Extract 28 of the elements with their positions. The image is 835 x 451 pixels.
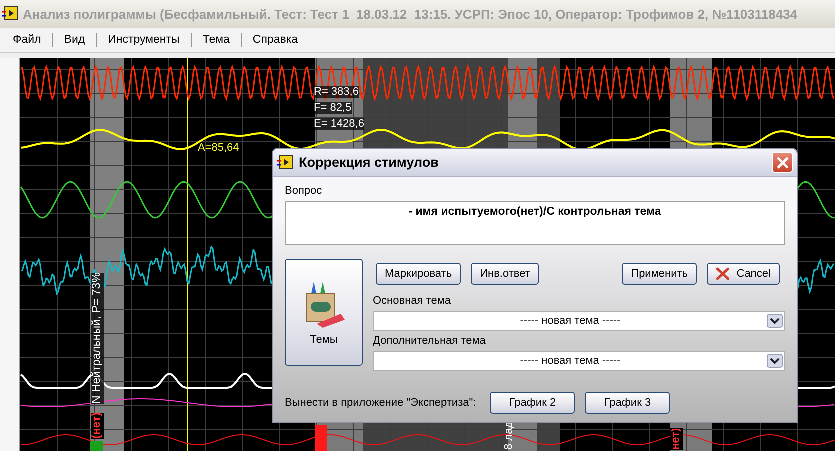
action-button[interactable]: Маркировать (376, 263, 462, 285)
cancel-button[interactable]: Cancel (707, 263, 780, 285)
field-label: Вопрос (285, 185, 322, 198)
amplitude-label: A=85,64 (198, 142, 240, 154)
action-button[interactable]: Инв.ответ (471, 263, 540, 285)
field-label: Основная тема (373, 295, 452, 308)
field-label: Дополнительная тема (373, 335, 486, 348)
question-field[interactable]: - имя испытуемого(нет)/С контрольная тема (285, 201, 785, 245)
menu-item[interactable]: Тема (192, 34, 241, 46)
theme-dropdown[interactable]: ----- новая тема ----- (373, 311, 785, 331)
chart-export-button[interactable]: График 2 (490, 392, 576, 414)
readout-text: E= 1428,6 (314, 118, 364, 130)
menu-item[interactable]: Справка (242, 34, 310, 46)
themes-button[interactable]: Темы (285, 259, 363, 366)
menu-item[interactable]: Инструменты (97, 34, 191, 46)
theme-dropdown[interactable]: ----- новая тема ----- (373, 351, 785, 371)
menu-item[interactable]: Вид (53, 34, 96, 46)
chart-export-button[interactable]: График 3 (585, 392, 670, 414)
window-title: Анализ полиграммы (Бесфамильный. Тест: Тест 1 18.03.12 13:15. УСРП: Эпос 10, Оператор: Трофимов 2, №1103118434 (23, 6, 798, 22)
segment-label: нет) (670, 428, 683, 450)
menu-item[interactable]: Файл (2, 34, 52, 46)
dialog-title: Коррекция стимулов (299, 155, 440, 170)
export-label: Вынести в приложение "Экспертиза": (285, 397, 476, 409)
readout-text: F= 82,5 (314, 102, 352, 114)
answer-label: (нет) (91, 412, 104, 439)
apply-button[interactable]: Применить (622, 263, 697, 285)
readout-text: R= 383,6 (314, 86, 359, 98)
segment-label: N Нейтральный, P= 73% (91, 272, 104, 404)
